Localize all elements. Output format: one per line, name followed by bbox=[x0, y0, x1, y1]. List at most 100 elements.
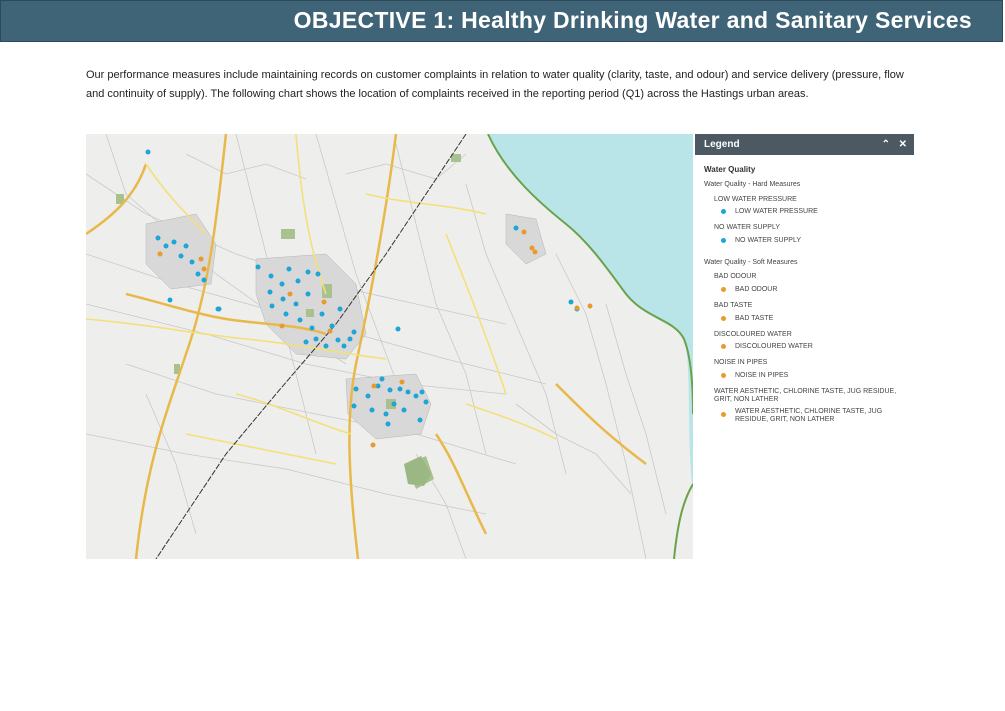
map-marker bbox=[305, 291, 311, 297]
map-marker bbox=[383, 411, 389, 417]
legend-section-heading: Water Quality - Hard Measures bbox=[704, 181, 801, 188]
map-marker bbox=[323, 343, 329, 349]
map-marker bbox=[183, 243, 189, 249]
intro-paragraph: Our performance measures include maintai… bbox=[86, 69, 904, 100]
map-marker bbox=[201, 266, 207, 272]
map-marker bbox=[189, 259, 195, 265]
legend-category: WATER AESTHETIC, CHLORINE TASTE, JUG RES… bbox=[714, 388, 897, 403]
map-marker bbox=[287, 291, 293, 297]
sea-area bbox=[488, 134, 693, 559]
legend-item-label: BAD TASTE bbox=[735, 315, 774, 322]
map-marker bbox=[529, 245, 535, 251]
legend-item: LOW WATER PRESSURE bbox=[721, 208, 909, 216]
double-chevron-up-icon[interactable]: ⌃ bbox=[882, 134, 890, 155]
map-marker bbox=[163, 243, 169, 249]
map-marker bbox=[513, 225, 519, 231]
map-marker bbox=[280, 296, 286, 302]
map-marker bbox=[365, 393, 371, 399]
map-marker bbox=[521, 229, 527, 235]
map-marker bbox=[353, 386, 359, 392]
map-marker bbox=[574, 305, 580, 311]
map-marker bbox=[371, 383, 377, 389]
map-marker bbox=[568, 299, 574, 305]
map-marker bbox=[157, 251, 163, 257]
map-marker bbox=[423, 399, 429, 405]
map-marker bbox=[195, 271, 201, 277]
map-marker bbox=[335, 337, 341, 343]
map-marker bbox=[337, 306, 343, 312]
map-marker bbox=[268, 273, 274, 279]
title-banner: OBJECTIVE 1: Healthy Drinking Water and … bbox=[0, 0, 1003, 42]
map-marker bbox=[387, 387, 393, 393]
legend-item-label: NOISE IN PIPES bbox=[735, 372, 789, 379]
close-icon[interactable]: ✕ bbox=[899, 134, 907, 155]
legend-item-label: WATER AESTHETIC, CHLORINE TASTE, JUG RES… bbox=[735, 408, 883, 423]
legend-section-heading: Water Quality - Soft Measures bbox=[704, 259, 798, 266]
legend-header: Legend ⌃ ✕ bbox=[695, 134, 914, 155]
coastline-south bbox=[673, 483, 693, 559]
map-marker bbox=[303, 339, 309, 345]
map-marker bbox=[286, 266, 292, 272]
map-marker bbox=[341, 343, 347, 349]
map-marker bbox=[315, 271, 321, 277]
legend-category: DISCOLOURED WATER bbox=[714, 331, 792, 338]
map-marker bbox=[297, 317, 303, 323]
map-marker bbox=[305, 269, 311, 275]
map-marker bbox=[399, 379, 405, 385]
map-marker bbox=[370, 442, 376, 448]
legend-title: Legend bbox=[704, 139, 740, 150]
legend-category: NO WATER SUPPLY bbox=[714, 224, 780, 231]
map-marker bbox=[269, 303, 275, 309]
legend-item: BAD ODOUR bbox=[721, 286, 909, 294]
map-marker bbox=[379, 376, 385, 382]
complaints-map[interactable] bbox=[86, 134, 693, 559]
map-marker bbox=[369, 407, 375, 413]
map-marker bbox=[385, 421, 391, 427]
map-marker bbox=[145, 149, 151, 155]
map-marker bbox=[405, 389, 411, 395]
legend-group-title: Water Quality bbox=[704, 165, 756, 174]
map-marker bbox=[178, 253, 184, 259]
map-marker bbox=[171, 239, 177, 245]
map-marker bbox=[417, 417, 423, 423]
orange-dot-icon bbox=[721, 412, 726, 417]
map-marker bbox=[155, 235, 161, 241]
map-marker bbox=[313, 336, 319, 342]
map-marker bbox=[319, 311, 325, 317]
map-marker bbox=[309, 325, 315, 331]
legend-category: NOISE IN PIPES bbox=[714, 359, 768, 366]
map-marker bbox=[587, 303, 593, 309]
orange-dot-icon bbox=[721, 344, 726, 349]
map-canvas[interactable] bbox=[86, 134, 693, 559]
map-marker bbox=[321, 299, 327, 305]
blue-dot-icon bbox=[721, 209, 726, 214]
map-marker bbox=[215, 306, 221, 312]
legend-item: BAD TASTE bbox=[721, 315, 909, 323]
orange-dot-icon bbox=[721, 316, 726, 321]
map-marker bbox=[283, 311, 289, 317]
legend-item: NO WATER SUPPLY bbox=[721, 237, 909, 245]
map-marker bbox=[327, 328, 333, 334]
map-marker bbox=[167, 297, 173, 303]
orange-dot-icon bbox=[721, 287, 726, 292]
legend-item-label: LOW WATER PRESSURE bbox=[735, 208, 818, 215]
map-marker bbox=[279, 323, 285, 329]
legend-item-label: BAD ODOUR bbox=[735, 286, 778, 293]
legend-category: LOW WATER PRESSURE bbox=[714, 196, 797, 203]
page-title: OBJECTIVE 1: Healthy Drinking Water and … bbox=[293, 7, 972, 33]
map-marker bbox=[329, 323, 335, 329]
blue-dot-icon bbox=[721, 238, 726, 243]
map-marker bbox=[201, 277, 207, 283]
map-marker bbox=[351, 403, 357, 409]
map-marker bbox=[401, 407, 407, 413]
map-marker bbox=[293, 301, 299, 307]
legend-panel: Legend ⌃ ✕ Water Quality Water Quality -… bbox=[695, 134, 914, 559]
map-marker bbox=[351, 329, 357, 335]
map-marker bbox=[279, 281, 285, 287]
legend-category: BAD ODOUR bbox=[714, 273, 757, 280]
map-marker bbox=[347, 336, 353, 342]
map-marker bbox=[255, 264, 261, 270]
map-marker bbox=[391, 401, 397, 407]
map-marker bbox=[413, 393, 419, 399]
legend-item: DISCOLOURED WATER bbox=[721, 343, 909, 351]
